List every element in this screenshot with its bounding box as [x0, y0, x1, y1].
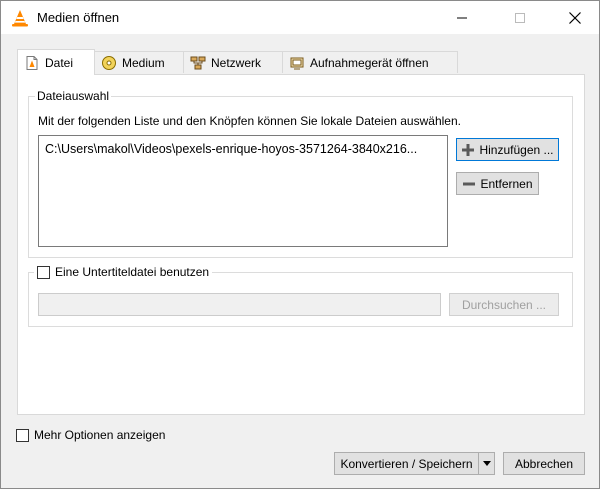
window-title: Medien öffnen — [37, 10, 120, 25]
tab-netzwerk[interactable]: Netzwerk — [183, 51, 283, 73]
tab-label: Netzwerk — [211, 55, 262, 70]
title-bar[interactable]: Medien öffnen — [1, 1, 599, 34]
minimize-button[interactable] — [439, 1, 485, 34]
convert-save-label: Konvertieren / Speichern — [340, 456, 473, 471]
close-button[interactable] — [552, 1, 598, 34]
remove-file-label: Entfernen — [480, 176, 533, 191]
subtitle-checkbox[interactable] — [37, 265, 50, 279]
tab-label: Medium — [122, 55, 165, 70]
vlc-cone-icon — [12, 10, 28, 27]
cancel-button[interactable]: Abbrechen — [503, 452, 585, 475]
minimize-icon — [457, 17, 467, 18]
maximize-icon — [515, 12, 525, 23]
close-icon — [569, 11, 581, 24]
tab-label: Datei — [45, 55, 74, 70]
more-options-label[interactable]: Mehr Optionen anzeigen — [34, 428, 165, 442]
subtitle-group-header: Eine Untertiteldatei benutzen — [34, 264, 213, 280]
file-selection-group-title: Dateiauswahl — [35, 89, 112, 103]
cancel-label: Abbrechen — [514, 456, 574, 471]
add-file-button[interactable]: Hinzufügen ... — [456, 138, 559, 161]
tab-label: Aufnahmegerät öffnen — [310, 55, 429, 70]
file-selection-description: Mit der folgenden Liste und den Knöpfen … — [38, 114, 461, 128]
disc-icon — [102, 55, 116, 70]
maximize-button[interactable] — [497, 1, 543, 34]
more-options-checkbox[interactable] — [16, 429, 29, 442]
browse-subtitle-button[interactable]: Durchsuchen ... — [449, 293, 559, 316]
minus-icon — [463, 182, 476, 185]
file-list[interactable]: C:\Users\makol\Videos\pexels-enrique-hoy… — [38, 135, 448, 247]
file-icon — [26, 55, 38, 70]
open-media-dialog: Medien öffnen Datei Medium Netzwerk Aufn… — [0, 0, 600, 489]
add-file-label: Hinzufügen ... — [479, 142, 554, 157]
browse-subtitle-label: Durchsuchen ... — [461, 297, 547, 312]
network-icon — [190, 56, 206, 69]
chevron-down-icon — [482, 461, 491, 466]
convert-save-button[interactable]: Konvertieren / Speichern — [334, 452, 478, 475]
tab-aufnahmegeraet[interactable]: Aufnahmegerät öffnen — [282, 51, 458, 73]
tab-datei[interactable]: Datei — [17, 49, 95, 75]
convert-save-dropdown-button[interactable] — [478, 452, 495, 475]
subtitle-checkbox-label[interactable]: Eine Untertiteldatei benutzen — [55, 265, 209, 279]
list-item[interactable]: C:\Users\makol\Videos\pexels-enrique-hoy… — [45, 142, 417, 156]
subtitle-path-input[interactable] — [38, 293, 441, 316]
remove-file-button[interactable]: Entfernen — [456, 172, 539, 195]
plus-icon — [462, 143, 475, 156]
tab-medium[interactable]: Medium — [94, 51, 184, 73]
capture-device-icon — [290, 57, 304, 69]
